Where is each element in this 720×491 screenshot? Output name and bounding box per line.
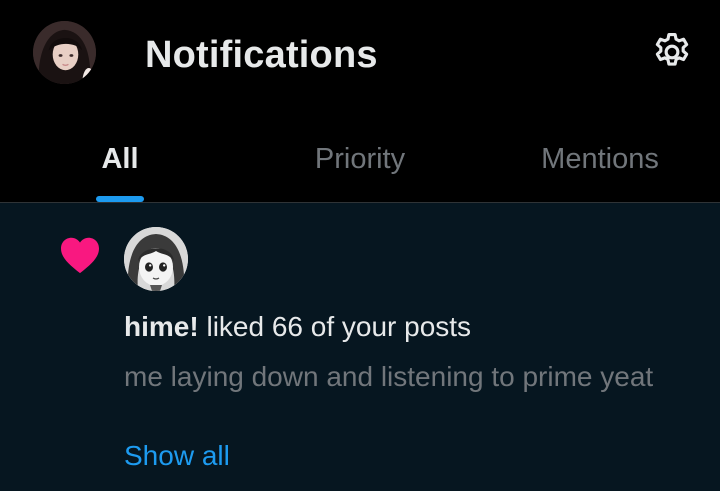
page-title: Notifications xyxy=(145,34,378,76)
tab-all-label: All xyxy=(101,143,139,175)
tab-all[interactable]: All xyxy=(0,110,240,203)
tab-priority[interactable]: Priority xyxy=(240,110,480,203)
tab-mentions[interactable]: Mentions xyxy=(480,110,720,203)
heart-icon xyxy=(59,236,101,274)
notification-user-name[interactable]: hime! xyxy=(124,311,199,342)
post-preview-text: me laying down and listening to prime ye… xyxy=(124,361,654,392)
gear-icon[interactable] xyxy=(650,30,694,74)
tab-priority-label: Priority xyxy=(314,143,406,175)
notifications-screen: Notifications All Priority Mentions hime… xyxy=(0,0,720,491)
notification-summary: hime! liked 66 of your posts xyxy=(124,310,704,344)
show-all-link[interactable]: Show all xyxy=(124,439,230,473)
like-notification[interactable]: hime! liked 66 of your posts me laying d… xyxy=(0,203,720,491)
user-avatar[interactable] xyxy=(124,227,188,291)
tab-mentions-label: Mentions xyxy=(541,143,659,175)
profile-avatar[interactable] xyxy=(33,21,96,84)
notification-action: liked 66 of your posts xyxy=(198,311,472,342)
profile-avatar-image xyxy=(33,21,96,84)
top-bar: Notifications xyxy=(0,0,720,110)
notification-tabs: All Priority Mentions xyxy=(0,110,720,203)
user-avatar-image xyxy=(124,227,188,291)
